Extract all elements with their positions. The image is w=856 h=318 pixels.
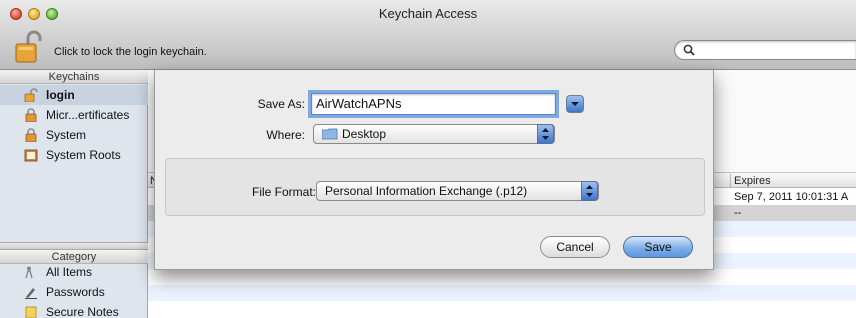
search-field[interactable] [674, 40, 856, 60]
lock-icon [25, 128, 37, 142]
popup-arrows [537, 124, 554, 144]
sidebar-item-label: System [46, 128, 87, 142]
sidebar-item-label: Micr...ertificates [46, 108, 130, 122]
window-title: Keychain Access [378, 6, 478, 21]
sidebar-item-microsoft-certificates[interactable]: Micr...ertificates [0, 105, 148, 125]
where-value: Desktop [342, 127, 387, 141]
lock-icon [25, 108, 37, 122]
expires-cell: -- [734, 207, 742, 219]
options-box: File Format: Personal Information Exchan… [165, 158, 705, 216]
popup-arrows [581, 181, 598, 201]
folder-icon [322, 128, 338, 140]
toolbar: Keychain Access Click to lock the login … [0, 0, 856, 70]
cabinet-icon [24, 149, 38, 162]
expand-sheet-button[interactable] [566, 95, 584, 113]
up-down-arrows-icon [542, 128, 549, 140]
sidebar-item-label: Passwords [46, 285, 105, 299]
sidebar-item-label: All Items [46, 265, 93, 279]
where-label: Where: [266, 128, 305, 142]
file-format-value: Personal Information Exchange (.p12) [325, 184, 528, 198]
keychain-access-window: Keychain Access Click to lock the login … [0, 0, 856, 318]
table-row [148, 285, 856, 301]
pencil-icon [25, 288, 37, 299]
keychains-header: Keychains [0, 70, 148, 84]
sidebar-item-login[interactable]: login [0, 85, 148, 105]
sidebar-item-system-roots[interactable]: System Roots [0, 145, 148, 165]
sidebar-item-label: System Roots [46, 148, 121, 162]
column-header-expires[interactable]: Expires [730, 174, 771, 188]
table-row [148, 301, 856, 317]
sidebar-item-all-items[interactable]: All Items [0, 262, 148, 282]
sidebar-item-label: login [46, 88, 75, 102]
cancel-button[interactable]: Cancel [540, 236, 610, 258]
sidebar-item-label: Secure Notes [46, 305, 119, 318]
sidebar-item-secure-notes[interactable]: Secure Notes [0, 302, 148, 318]
open-lock-icon [24, 88, 38, 102]
search-icon [683, 44, 695, 56]
open-lock-icon [15, 30, 42, 63]
file-format-popup[interactable]: Personal Information Exchange (.p12) [316, 181, 599, 201]
note-icon [25, 306, 37, 318]
save-as-field[interactable]: AirWatchAPNs [311, 93, 556, 115]
file-format-label: File Format: [251, 185, 316, 199]
sidebar-item-passwords[interactable]: Passwords [0, 282, 148, 302]
expires-cell: Sep 7, 2011 10:01:31 A [734, 191, 849, 203]
lock-label: Click to lock the login keychain. [54, 46, 207, 58]
lock-keychain-button[interactable] [14, 30, 44, 64]
table-row [148, 269, 856, 285]
sidebar-item-system[interactable]: System [0, 125, 148, 145]
chevron-down-icon [571, 102, 579, 106]
sidebar: Keychains login Micr...ertificates Syste… [0, 70, 148, 318]
sidebar-splitter[interactable] [0, 242, 148, 250]
save-sheet: Save As: AirWatchAPNs Where: Desktop Fil… [154, 70, 714, 270]
save-as-label: Save As: [257, 97, 305, 111]
where-popup[interactable]: Desktop [313, 124, 555, 144]
up-down-arrows-icon [586, 185, 593, 197]
people-icon [25, 266, 33, 279]
save-button[interactable]: Save [623, 236, 693, 258]
